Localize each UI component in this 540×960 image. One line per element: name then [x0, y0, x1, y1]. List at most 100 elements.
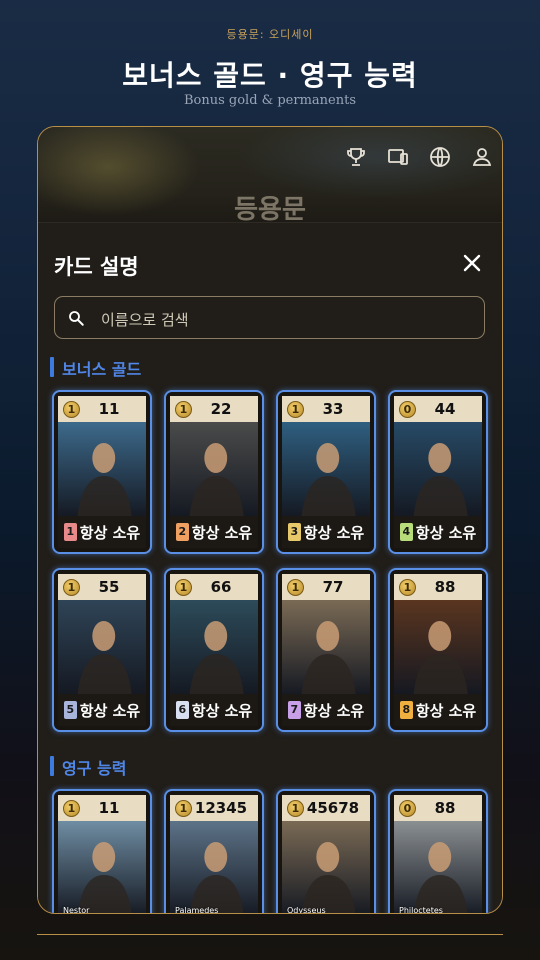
gold-coin-icon: 1 [287, 578, 304, 596]
card-value: 88 [434, 578, 456, 596]
card-cost-bar: 1 77 [282, 574, 370, 600]
card-name: Odysseus [287, 906, 326, 914]
gold-coin-icon: 1 [287, 799, 304, 817]
search-icon [69, 311, 84, 326]
card-cost-bar: 1 33 [282, 396, 370, 422]
card-cost-bar: 1 11 [58, 795, 146, 821]
card-cost-bar: 1 12345 [170, 795, 258, 821]
card[interactable]: 1 66 6 항상 소유 [164, 568, 264, 732]
card-art [394, 422, 482, 518]
section-title-permanents: 영구 능력 [50, 755, 126, 779]
card-label: 항상 소유 [303, 523, 365, 542]
card-label: 항상 소유 [415, 701, 477, 720]
card-footer: 7 항상 소유 [282, 694, 370, 726]
card-footer: 8 항상 소유 [394, 694, 482, 726]
card[interactable]: 1 11 Nestor [52, 789, 152, 913]
card-value: 77 [322, 578, 344, 596]
tier-badge: 6 [175, 701, 189, 719]
card-label: 항상 소유 [79, 701, 141, 720]
card[interactable]: 1 45678 Odysseus [276, 789, 376, 914]
card-value: 55 [98, 578, 120, 596]
card-cost-bar: 1 11 [58, 396, 146, 422]
bottom-divider [37, 934, 503, 935]
gold-coin-icon: 1 [63, 578, 80, 596]
card-cost-bar: 1 88 [394, 574, 482, 600]
card[interactable]: 1 22 2 항상 소유 [164, 390, 264, 554]
tier-badge: 5 [63, 701, 77, 719]
card-art: Odysseus [282, 821, 370, 914]
tier-badge: 1 [63, 523, 77, 541]
card-label: 항상 소유 [191, 523, 253, 542]
tier-badge: 2 [175, 523, 189, 541]
card-cost-bar: 1 66 [170, 574, 258, 600]
gold-coin-icon: 1 [399, 578, 416, 596]
gold-coin-icon: 1 [63, 799, 80, 817]
card-value: 45678 [306, 799, 360, 817]
trophy-icon[interactable] [344, 145, 368, 169]
search-placeholder: 이름으로 검색 [101, 311, 189, 329]
card-art [58, 422, 146, 518]
tier-badge: 4 [399, 523, 413, 541]
section-title-bonus-gold: 보너스 골드 [50, 356, 141, 380]
card-cost-bar: 1 22 [170, 396, 258, 422]
sheet-title: 카드 설명 [54, 255, 139, 279]
tier-badge: 7 [287, 701, 301, 719]
gold-coin-icon: 1 [175, 578, 192, 596]
card-art [282, 422, 370, 518]
close-icon [463, 254, 481, 272]
person-icon[interactable] [470, 145, 494, 169]
gold-coin-icon: 1 [287, 400, 304, 418]
bonus-gold-grid: 1 11 1 항상 소유 1 22 2 항상 소유 1 33 3 항상 소유 0 44 4 항상 소유 1 55 5… [52, 390, 488, 732]
card-value: 11 [98, 400, 120, 418]
card[interactable]: 1 88 8 항상 소유 [388, 568, 488, 732]
card-cost-bar: 0 44 [394, 396, 482, 422]
card[interactable]: 1 33 3 항상 소유 [276, 390, 376, 554]
gold-coin-icon: 1 [175, 400, 192, 418]
phone-frame: 등용문 카드 설명 이름으로 검색 보너스 골드 1 11 1 항상 소유 1 22 2 항상… [37, 126, 503, 914]
card-footer: 6 항상 소유 [170, 694, 258, 726]
tier-badge: 3 [287, 523, 301, 541]
card-label: 항상 소유 [79, 523, 141, 542]
card[interactable]: 1 11 1 항상 소유 [52, 390, 152, 554]
card-cost-bar: 1 55 [58, 574, 146, 600]
card-description-sheet: 카드 설명 이름으로 검색 보너스 골드 1 11 1 항상 소유 1 22 2 항상 소유 1… [38, 222, 502, 914]
card-value: 12345 [194, 799, 248, 817]
globe-icon[interactable] [428, 145, 452, 169]
card[interactable]: 1 77 7 항상 소유 [276, 568, 376, 732]
close-button[interactable] [460, 251, 484, 275]
hero-title: 등용문 [234, 195, 306, 225]
card-value: 33 [322, 400, 344, 418]
page-title: 보너스 골드 · 영구 능력 [122, 59, 418, 92]
card-label: 항상 소유 [415, 523, 477, 542]
card-footer: 2 항상 소유 [170, 516, 258, 548]
card-art [170, 600, 258, 696]
card[interactable]: 1 55 5 항상 소유 [52, 568, 152, 732]
card[interactable]: 1 12345 Palamedes [164, 789, 264, 913]
card-art: Philoctetes [394, 821, 482, 914]
card-art [58, 600, 146, 696]
card-label: 항상 소유 [303, 701, 365, 720]
app-subtitle: 등용문: 오디세이 [226, 28, 314, 41]
tier-badge: 8 [399, 701, 413, 719]
hero-banner: 등용문 [38, 127, 502, 225]
card-value: 44 [434, 400, 456, 418]
hero-toolbar [344, 145, 494, 169]
search-input[interactable]: 이름으로 검색 [54, 296, 485, 339]
card-value: 66 [210, 578, 232, 596]
page-caption: Bonus gold & permanents [183, 93, 357, 108]
card-cost-bar: 0 88 [394, 795, 482, 821]
gold-coin-icon: 0 [399, 799, 416, 817]
card-name: Philoctetes [399, 906, 443, 914]
card-value: 11 [98, 799, 120, 817]
card-art [282, 600, 370, 696]
card[interactable]: 0 88 Philoctetes [388, 789, 488, 914]
devices-icon[interactable] [386, 145, 410, 169]
card-art: Palamedes [170, 821, 258, 913]
card-value: 88 [434, 799, 456, 817]
gold-coin-icon: 1 [175, 799, 192, 817]
card-footer: 1 항상 소유 [58, 516, 146, 548]
gold-coin-icon: 0 [399, 400, 416, 418]
card[interactable]: 0 44 4 항상 소유 [388, 390, 488, 554]
card-footer: 3 항상 소유 [282, 516, 370, 548]
card-label: 항상 소유 [191, 701, 253, 720]
